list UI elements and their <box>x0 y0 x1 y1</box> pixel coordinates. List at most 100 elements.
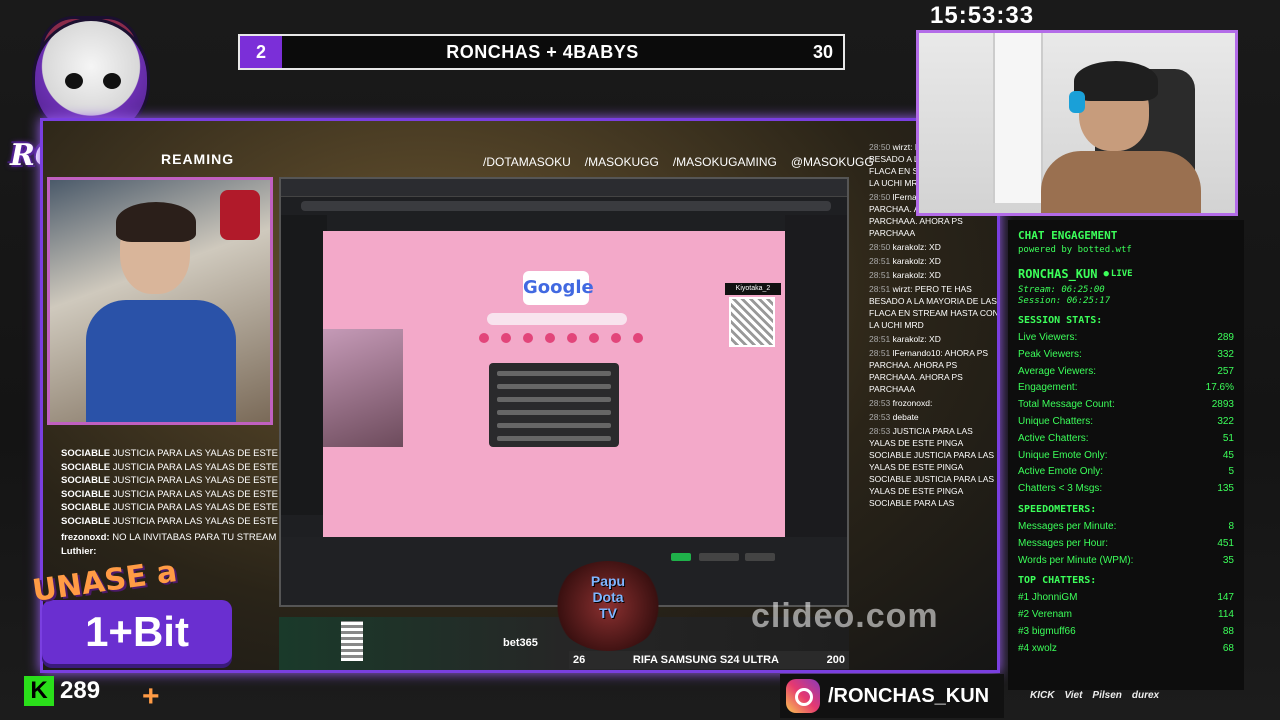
goal-left-count: 2 <box>240 36 282 68</box>
chat-message: frezonoxd: NO LA INVITABAS PARA TU STREA… <box>61 532 283 543</box>
session-stats-list: Live Viewers: 289 Peak Viewers: 332 Averag… <box>1018 330 1234 498</box>
shortcut-icons <box>479 333 643 343</box>
sponsor-bet365: bet365 <box>503 637 538 649</box>
chat-message: 28:53 JUSTICIA PARA LAS YALAS DE ESTE PI… <box>869 426 995 508</box>
stat-row: Unique Chatters: 322 <box>1018 415 1234 427</box>
speedometers-list: Messages per Minute: 8 Messages per Hour:… <box>1018 519 1234 569</box>
follow-button <box>671 553 691 561</box>
mascot-eye <box>65 73 83 89</box>
stat-row: Unique Emote Only: 45 <box>1018 449 1234 461</box>
streamer-hat <box>1074 61 1158 101</box>
raffle-left-count: 26 <box>573 654 586 666</box>
raffle-bar: 26 RIFA SAMSUNG S24 ULTRA 200 <box>569 651 849 669</box>
stat-row: Average Viewers: 257 <box>1018 365 1234 377</box>
sponsor-pilsen: Pilsen <box>1092 690 1122 701</box>
chat-message: SOCIABLE JUSTICIA PARA LAS YALAS DE ESTE… <box>61 448 283 459</box>
chat-message: 28:51 karakolz: XD <box>869 256 941 266</box>
kick-chat-panel <box>785 215 847 545</box>
sponsor-durex: durex <box>1131 690 1160 701</box>
top-chatters-title: TOP CHATTERS: <box>1018 575 1097 587</box>
stat-row: #1 JhonniGM 147 <box>1018 592 1234 604</box>
facebook-handle: /DOTAMASOKU <box>483 155 571 169</box>
chat-message: SOCIABLE JUSTICIA PARA LAS YALAS DE ESTE… <box>61 475 283 486</box>
qr-code <box>729 297 775 347</box>
youtube-handle: /MASOKUGAMING <box>672 155 777 169</box>
stat-row: Words per Minute (WPM): 35 <box>1018 554 1234 566</box>
scene-chat-left: SOCIABLE JUSTICIA PARA LAS YALAS DE ESTE… <box>61 447 283 558</box>
google-logo: Google <box>523 271 594 305</box>
goal-bar: 2 RONCHAS + 4BABYS 30 <box>238 34 845 70</box>
chat-message: 28:53 debate <box>869 412 919 422</box>
stat-row: #2 Verenam 114 <box>1018 609 1234 621</box>
stat-row: Engagement: 17.6% <box>1018 382 1234 394</box>
goal-right-count: 30 <box>812 41 834 62</box>
chat-message: 28:51 wirzt: PERO TE HAS BESADO A LA MAY… <box>869 284 999 330</box>
instagram-icon <box>786 679 820 713</box>
chat-message: 28:51 karakolz: XD <box>869 334 941 344</box>
onebit-logo: 1+Bit <box>42 600 232 664</box>
gift-button <box>745 553 775 561</box>
shelf <box>993 33 1043 203</box>
live-badge: LIVE <box>1103 269 1133 279</box>
chat-message: 28:53 frozonoxd: <box>869 398 933 408</box>
stat-row: Live Viewers: 289 <box>1018 332 1234 343</box>
chat-message: SOCIABLE JUSTICIA PARA LAS YALAS DE ESTE… <box>61 461 283 473</box>
channel-name: RONCHAS_KUN LIVE <box>1018 267 1234 281</box>
browser-address-bar <box>301 201 831 211</box>
chat-message: SOCIABLE JUSTICIA PARA LAS YALAS DE ESTE… <box>61 502 283 513</box>
clock: 15:53:33 <box>930 2 1035 29</box>
guest-person <box>86 202 236 422</box>
instagram-banner: /RONCHAS_KUN <box>780 674 1004 718</box>
streamer-cam-inset <box>323 329 403 447</box>
qr-title: Kiyotaka_2 <box>725 283 781 295</box>
guest-webcam <box>47 177 273 425</box>
panel-title: CHAT ENGAGEMENT <box>1018 229 1118 242</box>
history-popup <box>489 363 619 447</box>
sponsor-kick: KICK <box>1030 690 1055 701</box>
stat-row: #4 xwolz 68 <box>1018 642 1234 654</box>
sponsor-strip: KICK Viet Pilsen durex <box>1030 690 1159 701</box>
speedometers-title: SPEEDOMETERS: <box>1018 503 1097 515</box>
kick-icon: K <box>24 676 54 706</box>
kick-sidebar <box>281 215 327 515</box>
raffle-right-count: 200 <box>826 654 845 666</box>
stat-row: #3 bigmuff66 88 <box>1018 625 1234 637</box>
session-times: Stream: 06:25:00 Session: 06:25:17 <box>1018 285 1111 306</box>
top-chatters-list: #1 JhonniGM 147 #2 Verenam 114 #3 bigmuff6… <box>1018 590 1234 657</box>
stat-row: Peak Viewers: 332 <box>1018 348 1234 360</box>
plus-icon: + <box>142 680 160 713</box>
viewer-count: 289 <box>60 677 101 704</box>
kick-viewer-badge: K 289 <box>24 676 100 706</box>
chat-message: 28:51 karakolz: XD <box>869 270 941 280</box>
session-stats-title: SESSION STATS: <box>1018 315 1103 326</box>
gaming-chair <box>220 190 260 240</box>
instagram-handle: /MASOKUGG <box>584 155 659 169</box>
streamer-shirt <box>1041 151 1201 213</box>
google-search-box <box>487 313 627 325</box>
headset <box>1069 91 1085 113</box>
onebit-ad: 1+Bit UNASE a <box>30 554 232 670</box>
chat-message: SOCIABLE JUSTICIA PARA LAS YALAS DE ESTE… <box>61 488 283 500</box>
stat-row: Active Chatters: 51 <box>1018 432 1234 444</box>
sponsor-viet: Viet <box>1064 690 1083 701</box>
tiktok-handle: @MASOKUGG <box>790 155 874 169</box>
raffle-text: RIFA SAMSUNG S24 ULTRA <box>632 654 779 666</box>
chat-message: 28:50 karakolz: XD <box>869 242 941 252</box>
footer-qr-code <box>341 621 363 661</box>
social-links: /DOTAMASOKU /MASOKUGG /MASOKUGAMING @MAS… <box>483 155 874 169</box>
watermark: clideo.com <box>751 597 939 635</box>
chat-message: SOCIABLE JUSTICIA PARA LAS YALAS DE ESTE… <box>61 515 283 527</box>
mascot-eye <box>103 73 121 89</box>
powered-by: powered by botted.wtf <box>1018 245 1132 255</box>
stat-row: Messages per Hour: 451 <box>1018 537 1234 549</box>
stream-overlay: RONCHAS 2 RONCHAS + 4BABYS 30 15:53:33 R… <box>0 0 1280 720</box>
browser-tab-bar <box>281 179 847 197</box>
google-page: Google Kiyotaka_2 <box>323 231 785 539</box>
streamer-webcam <box>916 30 1238 216</box>
chat-engagement-panel: CHAT ENGAGEMENT powered by botted.wtf RO… <box>1008 220 1244 690</box>
stat-row: Total Message Count: 2893 <box>1018 399 1234 411</box>
subscribe-button <box>699 553 739 561</box>
stat-row: Chatters < 3 Msgs: 135 <box>1018 483 1234 495</box>
instagram-handle: /RONCHAS_KUN <box>828 684 990 707</box>
chat-message: 28:51 lFernando10: AHORA PS PARCHAA. AHO… <box>869 348 989 394</box>
